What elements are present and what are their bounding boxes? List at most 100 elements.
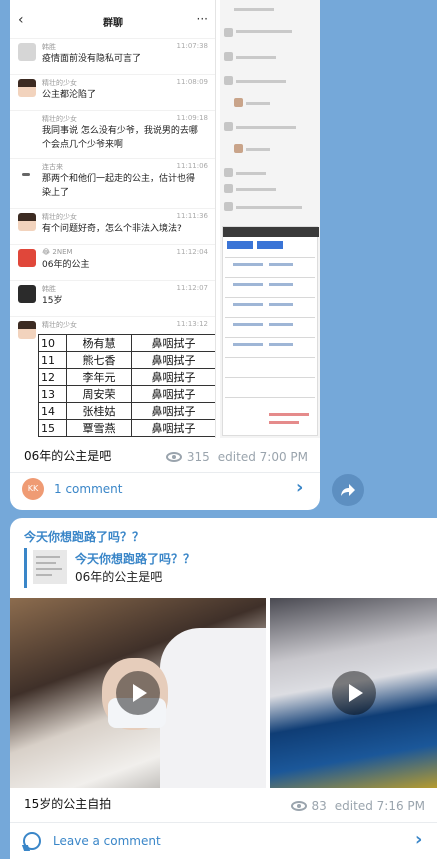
spreadsheet-photo: 10 杨有慧 鼻咽拭子 11 熊七香 鼻咽拭子 12 李年元 鼻咽拭子 13 周安荣 鼻咽拭子 …: [38, 334, 215, 438]
mini-row: [225, 337, 315, 338]
message-text: 我同事说 怎么没有少爷，我说男的去哪个会点几个少爷来啊: [42, 126, 198, 150]
mini-row: [225, 397, 315, 398]
chat-message: 韩胜 11:07:38 疫情面前没有隐私可言了: [10, 38, 215, 66]
row-status: 鼻咽拭子: [131, 402, 215, 420]
message-time: 11:08:09: [176, 78, 208, 86]
chevron-right-icon: ›: [296, 477, 304, 498]
row-name: 周安荣: [65, 385, 133, 403]
table-row: 10 杨有慧 鼻咽拭子: [38, 334, 215, 352]
mini-avatar: [224, 122, 233, 131]
mini-spreadsheet: [222, 226, 319, 436]
video-thumbnail[interactable]: [270, 598, 437, 788]
comments-label: 1 comment: [54, 482, 123, 496]
mini-cell: [233, 323, 263, 326]
message-time: 11:11:36: [176, 212, 208, 220]
chat-message: 连古来 11:11:06 那两个和他们一起走的公主，估计也得染上了: [10, 158, 215, 202]
message-nick: 😂 2NEM: [42, 248, 73, 256]
mini-cell: [233, 343, 263, 346]
mini-text: [236, 126, 296, 129]
chat-screenshot: ‹ 群聊 ··· 韩胜 11:07:38 疫情面前没有隐私可言了 精壮的少女 1…: [10, 0, 216, 438]
mini-avatar: [224, 28, 233, 37]
mini-row: [225, 317, 315, 318]
avatar: [22, 173, 30, 176]
thumb-line: [36, 568, 62, 570]
video-thumbnail[interactable]: [10, 598, 266, 788]
message-text: 疫情面前没有隐私可言了: [42, 54, 142, 64]
avatar: [18, 43, 36, 61]
message-text: 有个问题好奇，怎么个非法入境法?: [42, 224, 182, 234]
message-time: 11:13:12: [176, 320, 208, 328]
mini-avatar: [224, 76, 233, 85]
row-status: 鼻咽拭子: [131, 334, 215, 352]
mini-row: [225, 277, 315, 278]
mini-row: [225, 377, 315, 378]
mini-avatar: [224, 52, 233, 61]
play-icon[interactable]: [332, 671, 376, 715]
message-time: 11:07:38: [176, 42, 208, 50]
post-photo-collage[interactable]: ‹ 群聊 ··· 韩胜 11:07:38 疫情面前没有隐私可言了 精壮的少女 1…: [10, 0, 320, 438]
message-nick: 韩胜: [42, 43, 56, 51]
mini-avatar: [224, 168, 233, 177]
mini-sheet-tab: [227, 241, 253, 249]
chat-title: 群聊: [103, 18, 123, 29]
more-icon: ···: [196, 12, 208, 26]
post-meta: 315 edited 7:00 PM: [165, 450, 308, 464]
message-text: 公主都沦陷了: [42, 90, 97, 100]
mini-text: [234, 8, 274, 11]
mini-avatar: [224, 184, 233, 193]
chat-message: 精壮的少女 11:11:36 有个问题好奇，怎么个非法入境法?: [10, 208, 215, 238]
share-button[interactable]: [332, 474, 364, 506]
commenter-avatar: KK: [22, 478, 44, 500]
row-name: 张桂姑: [65, 402, 133, 420]
edited-time: edited 7:16 PM: [334, 799, 425, 813]
chat-message: 😂 2NEM 11:12:04 06年的公主: [10, 244, 215, 274]
message-time: 11:09:18: [176, 114, 208, 122]
mini-text: [236, 80, 286, 83]
protective-suit: [160, 628, 266, 788]
comments-button[interactable]: KK 1 comment ›: [10, 473, 320, 507]
row-number: 14: [38, 402, 67, 420]
row-name: 覃雪燕: [65, 419, 133, 437]
table-row: 14 张桂姑 鼻咽拭子: [38, 402, 215, 420]
reply-quote[interactable]: 今天你想跑路了吗？？ 06年的公主是吧: [24, 548, 354, 588]
mini-cell: [269, 343, 293, 346]
post-meta: 83 edited 7:16 PM: [290, 799, 425, 813]
message-text: 15岁: [42, 296, 63, 306]
view-count: 315: [186, 450, 210, 464]
comment-bubble-icon: [23, 832, 41, 850]
avatar: [18, 321, 36, 339]
play-icon[interactable]: [116, 671, 160, 715]
mini-avatar: [234, 98, 243, 107]
row-name: 熊七香: [65, 351, 133, 369]
row-status: 鼻咽拭子: [131, 419, 215, 437]
message-nick: 韩胜: [42, 285, 56, 293]
thumb-line: [36, 574, 52, 576]
reply-text: 06年的公主是吧: [75, 570, 163, 584]
edited-time: edited 7:00 PM: [217, 450, 308, 464]
table-row: 13 周安荣 鼻咽拭子: [38, 385, 215, 403]
message-nick: 精壮的少女: [42, 79, 77, 87]
mini-cell-red: [269, 413, 309, 416]
row-number: 15: [38, 419, 67, 437]
mini-cell: [233, 263, 263, 266]
mini-avatar: [234, 144, 243, 153]
mini-cell: [269, 303, 293, 306]
chat-header: ‹ 群聊 ···: [10, 10, 215, 34]
avatar: [18, 115, 36, 133]
mini-avatar: [224, 202, 233, 211]
message-time: 11:12:04: [176, 248, 208, 256]
mini-cell: [269, 283, 293, 286]
channel-post: ‹ 群聊 ··· 韩胜 11:07:38 疫情面前没有隐私可言了 精壮的少女 1…: [10, 0, 320, 510]
share-arrow-icon: [341, 484, 355, 496]
chat-message: 精壮的少女 11:08:09 公主都沦陷了: [10, 74, 215, 104]
table-row: 15 覃雪燕 鼻咽拭子: [38, 419, 215, 437]
post-title: 今天你想跑路了吗？？: [24, 530, 145, 544]
sheet-table: 10 杨有慧 鼻咽拭子 11 熊七香 鼻咽拭子 12 李年元 鼻咽拭子 13 周安荣 鼻咽拭子 …: [38, 334, 215, 437]
leave-comment-button[interactable]: Leave a comment ›: [10, 824, 437, 859]
avatar: [18, 249, 36, 267]
row-number: 13: [38, 385, 67, 403]
avatar: [18, 285, 36, 303]
mini-text: [236, 172, 266, 175]
mini-cell: [233, 283, 263, 286]
row-status: 鼻咽拭子: [131, 385, 215, 403]
